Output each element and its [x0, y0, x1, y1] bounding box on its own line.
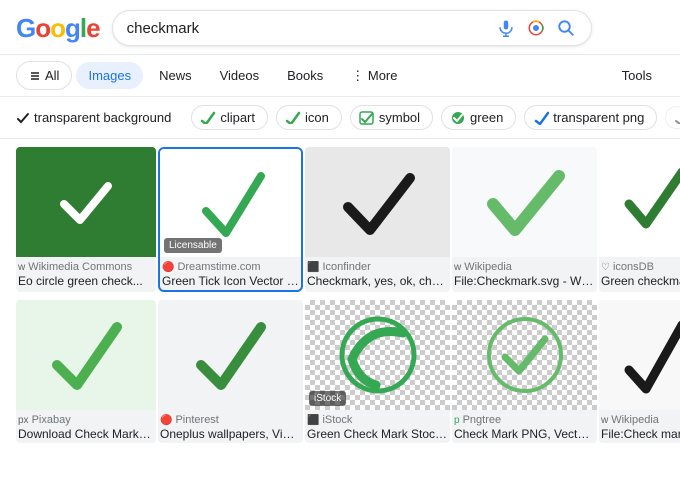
google-logo: Google: [16, 13, 100, 44]
image-info-7: 🔴 Pinterest Oneplus wallpapers, Viny...: [158, 410, 303, 443]
microphone-icon[interactable]: [495, 17, 517, 39]
chip-symbol-label: symbol: [379, 110, 420, 125]
image-info-10: w Wikipedia File:Check mark 9x9.sv: [599, 410, 680, 443]
image-card-6[interactable]: px Pixabay Download Check Mark, Tic...: [16, 300, 156, 443]
image-source-10: w Wikipedia: [601, 414, 680, 426]
image-source-5: ♡ iconsDB: [601, 261, 680, 273]
image-source-4: w Wikipedia: [454, 261, 595, 273]
image-source-1: w Wikimedia Commons: [18, 261, 154, 273]
chip-clipart[interactable]: clipart: [191, 105, 268, 130]
image-info-9: p Pngtree Check Mark PNG, Vector, P...: [452, 410, 597, 443]
nav-news-label: News: [159, 68, 192, 83]
image-title-5: Green checkmark ic: [601, 274, 680, 288]
source-name-6: Pixabay: [32, 414, 71, 426]
chip-symbol[interactable]: symbol: [350, 105, 433, 130]
source-name-1: Wikimedia Commons: [28, 261, 132, 273]
nav-item-more[interactable]: ⋮ More: [339, 62, 409, 90]
chip-green-label: green: [470, 110, 503, 125]
licensable-badge: Licensable: [164, 238, 222, 253]
nav-item-books[interactable]: Books: [275, 62, 335, 89]
image-title-2: Green Tick Icon Vector Sym...: [162, 274, 299, 288]
image-title-8: Green Check Mark Stock Il...: [307, 427, 448, 441]
tools-button[interactable]: Tools: [610, 62, 664, 89]
chip-transparent-png-label: transparent png: [553, 110, 644, 125]
chip-overflow[interactable]: [665, 106, 680, 129]
image-source-6: px Pixabay: [18, 414, 154, 426]
chip-transparent-label: transparent background: [34, 110, 171, 125]
image-title-3: Checkmark, yes, ok, chec...: [307, 274, 448, 288]
tools-label: Tools: [622, 68, 652, 83]
source-name-4: Wikipedia: [464, 261, 512, 273]
search-bar: [112, 10, 592, 46]
nav-images-label: Images: [88, 68, 131, 83]
source-name-5: iconsDB: [613, 261, 654, 273]
source-name-9: Pngtree: [463, 414, 502, 426]
nav-books-label: Books: [287, 68, 323, 83]
image-title-1: Eo circle green check...: [18, 274, 154, 288]
image-source-9: p Pngtree: [454, 414, 595, 426]
image-card-5[interactable]: ♡ iconsDB Green checkmark ic: [599, 147, 680, 292]
source-name-7: Pinterest: [175, 414, 218, 426]
image-card-10[interactable]: w Wikipedia File:Check mark 9x9.sv: [599, 300, 680, 443]
chip-clipart-label: clipart: [220, 110, 255, 125]
header: Google: [0, 0, 680, 55]
source-name-10: Wikipedia: [611, 414, 659, 426]
nav-item-images[interactable]: Images: [76, 62, 143, 89]
image-card-3[interactable]: ⬛ Iconfinder Checkmark, yes, ok, chec...: [305, 147, 450, 292]
filter-chips: transparent background clipart icon symb…: [0, 97, 680, 139]
chip-transparent-bg[interactable]: transparent background: [16, 106, 183, 129]
chip-green[interactable]: green: [441, 105, 516, 130]
image-card-4[interactable]: w Wikipedia File:Checkmark.svg - Wikiped…: [452, 147, 597, 292]
image-grid-row1: w Wikimedia Commons Eo circle green chec…: [0, 139, 680, 300]
nav-more-label: ⋮ More: [351, 68, 397, 84]
image-source-8: ⬛ iStock: [307, 414, 448, 426]
image-info-2: 🔴 Dreamstime.com Green Tick Icon Vector …: [160, 257, 301, 290]
image-card-1[interactable]: w Wikimedia Commons Eo circle green chec…: [16, 147, 156, 292]
nav-item-all[interactable]: All: [16, 61, 72, 90]
image-info-8: ⬛ iStock Green Check Mark Stock Il...: [305, 410, 450, 443]
image-title-7: Oneplus wallpapers, Viny...: [160, 427, 301, 441]
nav-bar: All Images News Videos Books ⋮ More Tool…: [0, 55, 680, 97]
image-grid-row2: px Pixabay Download Check Mark, Tic... 🔴…: [0, 300, 680, 451]
image-info-6: px Pixabay Download Check Mark, Tic...: [16, 410, 156, 443]
image-source-3: ⬛ Iconfinder: [307, 261, 448, 273]
image-card-8[interactable]: iStock ⬛ iStock Green Check Mark Stock I…: [305, 300, 450, 443]
image-title-10: File:Check mark 9x9.sv: [601, 427, 680, 441]
image-info-4: w Wikipedia File:Checkmark.svg - Wikiped…: [452, 257, 597, 290]
nav-item-videos[interactable]: Videos: [208, 62, 272, 89]
image-info-3: ⬛ Iconfinder Checkmark, yes, ok, chec...: [305, 257, 450, 290]
google-lens-icon[interactable]: [525, 17, 547, 39]
nav-videos-label: Videos: [220, 68, 260, 83]
image-info-5: ♡ iconsDB Green checkmark ic: [599, 257, 680, 290]
image-source-7: 🔴 Pinterest: [160, 414, 301, 426]
image-card-7[interactable]: 🔴 Pinterest Oneplus wallpapers, Viny...: [158, 300, 303, 443]
search-button[interactable]: [555, 17, 577, 39]
nav-all-label: All: [45, 68, 59, 83]
chip-icon-label: icon: [305, 110, 329, 125]
chip-transparent-png[interactable]: transparent png: [524, 105, 657, 130]
image-title-4: File:Checkmark.svg - Wikipedia: [454, 274, 595, 288]
search-icons: [495, 17, 577, 39]
image-card-9[interactable]: p Pngtree Check Mark PNG, Vector, P...: [452, 300, 597, 443]
image-info-1: w Wikimedia Commons Eo circle green chec…: [16, 257, 156, 290]
source-name-8: iStock: [322, 414, 352, 426]
image-title-6: Download Check Mark, Tic...: [18, 427, 154, 441]
nav-item-news[interactable]: News: [147, 62, 204, 89]
chip-icon[interactable]: icon: [276, 105, 342, 130]
image-card-2[interactable]: Licensable 🔴 Dreamstime.com Green Tick I…: [158, 147, 303, 292]
image-source-2: 🔴 Dreamstime.com: [162, 261, 299, 273]
istock-badge: iStock: [309, 391, 346, 406]
search-input[interactable]: [127, 20, 487, 37]
source-name-2: Dreamstime.com: [177, 261, 260, 273]
source-name-3: Iconfinder: [322, 261, 370, 273]
image-title-9: Check Mark PNG, Vector, P...: [454, 427, 595, 441]
